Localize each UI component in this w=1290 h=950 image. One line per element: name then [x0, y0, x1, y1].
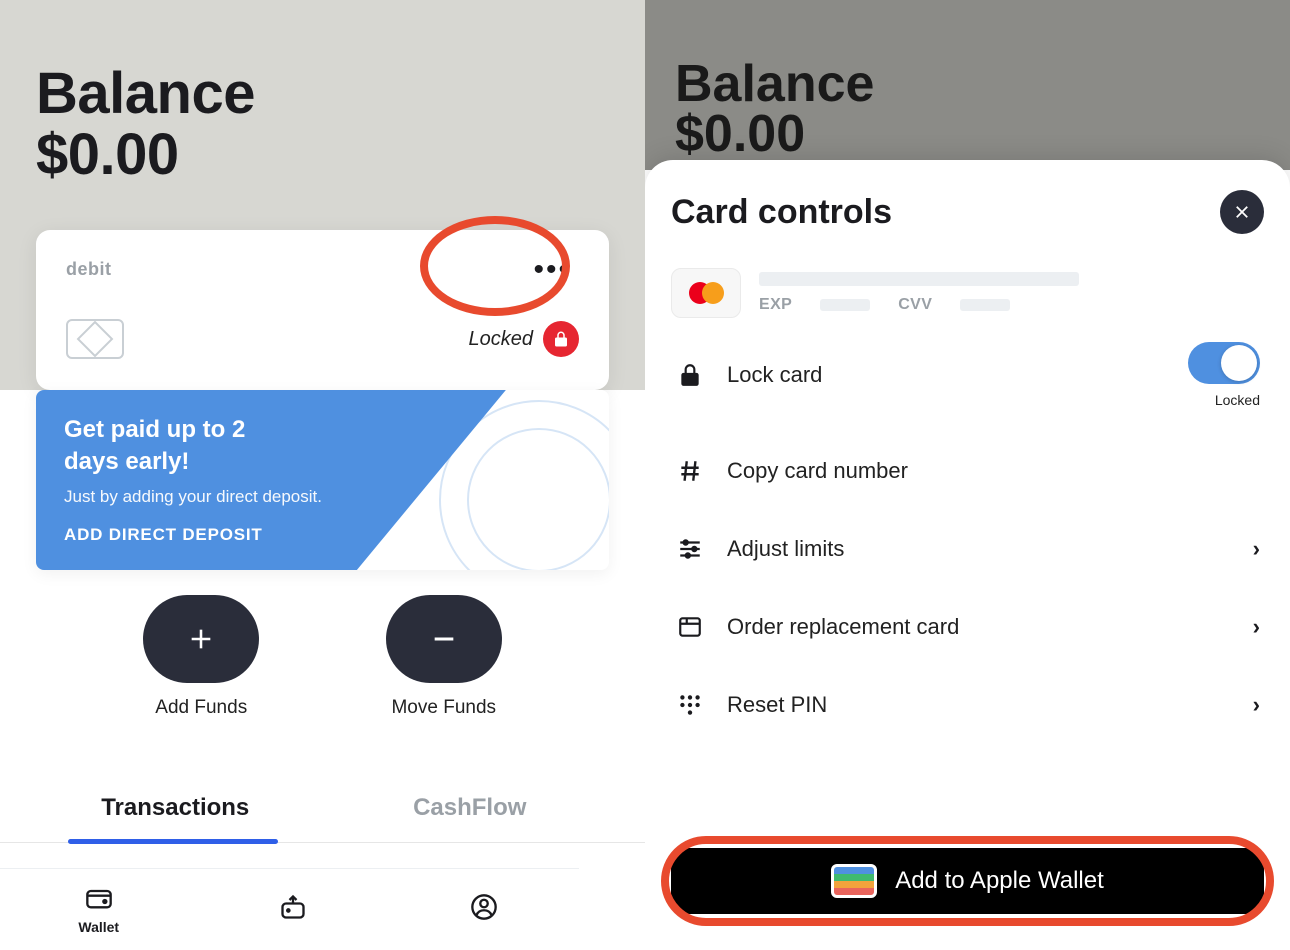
exp-label: EXP [759, 296, 792, 314]
card-details: EXP CVV [671, 268, 1264, 318]
tab-bar: Transactions CashFlow [0, 770, 645, 843]
chevron-right-icon: › [1253, 692, 1260, 718]
debit-card: debit ••• Locked [36, 230, 609, 390]
nav-transfer[interactable] [276, 893, 310, 926]
lock-status-label: Locked [1188, 392, 1260, 408]
nav-profile[interactable] [467, 893, 501, 926]
mastercard-icon [671, 268, 741, 318]
hash-icon [675, 456, 705, 486]
control-order-replacement[interactable]: Order replacement card › [671, 588, 1264, 666]
balance-amount: $0.00 [36, 125, 609, 186]
control-adjust-limits[interactable]: Adjust limits › [671, 510, 1264, 588]
balance-header: Balance $0.00 debit ••• Locked [0, 0, 645, 390]
wallet-screen: Balance $0.00 debit ••• Locked G [0, 0, 645, 950]
card-type-label: debit [66, 259, 112, 280]
control-reset-pin[interactable]: Reset PIN › [671, 666, 1264, 744]
card-more-button[interactable]: ••• [525, 258, 579, 281]
fund-actions: Add Funds Move Funds [0, 595, 645, 719]
sliders-icon [675, 534, 705, 564]
package-icon [675, 612, 705, 642]
sheet-title: Card controls [671, 193, 892, 232]
active-tab-underline [68, 839, 278, 844]
nav-wallet[interactable]: Wallet [78, 884, 119, 935]
bottom-nav: Wallet [0, 868, 579, 950]
tab-cashflow[interactable]: CashFlow [323, 770, 618, 842]
tab-transactions[interactable]: Transactions [28, 770, 323, 842]
chevron-right-icon: › [1253, 614, 1260, 640]
move-funds-button[interactable] [386, 595, 502, 683]
control-copy-card-number[interactable]: Copy card number [671, 432, 1264, 510]
card-controls-screen: Balance $0.00 Card controls EXP CVV [645, 0, 1290, 950]
keypad-icon [675, 690, 705, 720]
apple-wallet-icon [831, 864, 877, 898]
lock-icon [675, 360, 705, 390]
cvv-label: CVV [898, 296, 932, 314]
card-chip-icon [66, 319, 124, 359]
move-funds-label: Move Funds [386, 697, 502, 719]
card-number-redacted [759, 272, 1079, 286]
card-controls-sheet: Card controls EXP CVV [645, 160, 1290, 950]
card-lock-status: Locked [469, 321, 580, 357]
chevron-right-icon: › [1253, 536, 1260, 562]
balance-amount: $0.00 [675, 114, 1260, 156]
cvv-value-redacted [960, 299, 1010, 311]
locked-text: Locked [469, 328, 534, 351]
control-lock-card[interactable]: Lock card Locked [671, 318, 1264, 432]
balance-header-dim: Balance $0.00 [645, 0, 1290, 170]
lock-icon [543, 321, 579, 357]
close-button[interactable] [1220, 190, 1264, 234]
exp-value-redacted [820, 299, 870, 311]
balance-label: Balance [36, 64, 609, 125]
direct-deposit-promo[interactable]: Get paid up to 2 days early! Just by add… [36, 390, 609, 570]
add-funds-label: Add Funds [143, 697, 259, 719]
lock-toggle[interactable] [1188, 342, 1260, 384]
add-funds-button[interactable] [143, 595, 259, 683]
add-to-apple-wallet-button[interactable]: Add to Apple Wallet [671, 848, 1264, 914]
